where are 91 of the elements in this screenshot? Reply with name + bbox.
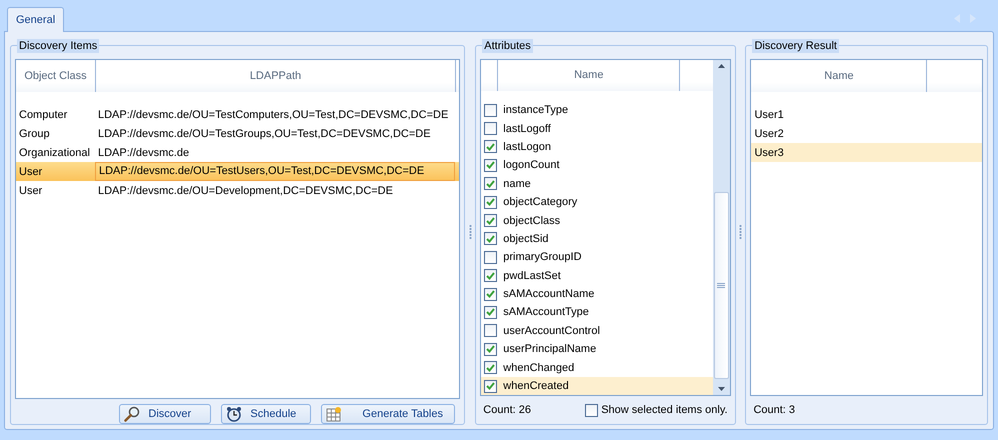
table-cell-text: objectClass: [502, 214, 560, 226]
checkbox[interactable]: [484, 250, 498, 264]
table-cell-text: lastLogon: [502, 140, 551, 153]
checkbox[interactable]: [484, 380, 498, 393]
table-cell-text: userAccountControl: [502, 324, 600, 337]
table-cell-text: User: [18, 184, 44, 196]
table-cell-text: objectCategory: [502, 196, 578, 208]
button[interactable]: Discover: [119, 404, 212, 424]
table-cell-text: userPrincipalName: [502, 343, 596, 356]
list-row[interactable]: lastLogon: [481, 138, 713, 156]
list-row[interactable]: objectCategory: [481, 192, 713, 212]
table-cell-text: sAMAccountName: [502, 288, 594, 300]
checkbox[interactable]: [484, 140, 498, 154]
checkbox[interactable]: [484, 196, 498, 209]
column-header[interactable]: Name: [751, 60, 928, 92]
checkbox[interactable]: [484, 269, 498, 282]
scroll-up-icon[interactable]: [718, 64, 725, 68]
table-cell-text: LDAP://devsmc.de/OU=Development,DC=DEVSMC,DC=DE: [97, 184, 394, 196]
table-icon: [326, 406, 342, 422]
table-cell-text: pwdLastSet: [502, 270, 561, 282]
list-row[interactable]: objectClass: [481, 211, 713, 230]
checkbox[interactable]: [484, 122, 498, 136]
list-row[interactable]: whenChanged: [481, 358, 713, 377]
table-cell-text: User: [18, 166, 44, 178]
column-header[interactable]: Object Class: [16, 60, 96, 92]
list-row[interactable]: lastLogoff: [481, 119, 713, 138]
list-row[interactable]: instanceType: [481, 100, 713, 120]
checkbox[interactable]: [484, 288, 498, 301]
table-cell-text: logonCount: [502, 159, 560, 172]
table-cell: LDAP://devsmc.de/OU=TestUsers,OU=Test,DC=DEVSMC,DC=DE: [95, 162, 455, 181]
table-cell-text: LDAP://devsmc.de/OU=TestComputers,OU=Test,DC=DEVSMC,DC=DE: [97, 108, 450, 120]
list-row[interactable]: objectSid: [481, 230, 713, 248]
list-row[interactable]: User LDAP://devsmc.de/OU=Development,DC=DEVSMC,DC=DE: [16, 181, 460, 200]
checkbox[interactable]: [484, 177, 498, 190]
list-row[interactable]: User1: [751, 105, 982, 124]
magnifier-icon: [124, 406, 140, 422]
column-header[interactable]: LDAPPath: [96, 60, 456, 92]
list-row[interactable]: whenCreated: [481, 376, 713, 396]
column-header[interactable]: Name: [498, 60, 680, 91]
show-selected-checkbox[interactable]: Show selected items only.: [585, 404, 728, 417]
table-cell-text: whenChanged: [502, 362, 574, 374]
count-label: Count: 26: [483, 404, 531, 416]
checkbox[interactable]: [484, 214, 498, 227]
list-row[interactable]: pwdLastSet: [481, 266, 713, 285]
table-cell-text: objectSid: [502, 232, 549, 245]
list-row[interactable]: logonCount: [481, 156, 713, 175]
table-cell-text: Group: [18, 128, 51, 140]
list-row[interactable]: Organizational LDAP://devsmc.de: [16, 143, 460, 162]
button[interactable]: Generate Tables: [321, 404, 456, 424]
list-row[interactable]: User2: [751, 124, 982, 143]
table-cell-text: instanceType: [502, 104, 568, 116]
table-cell-text: whenCreated: [502, 380, 569, 392]
scroll-thumb[interactable]: [714, 192, 729, 380]
checkbox[interactable]: [484, 104, 498, 117]
group-title: Discovery Result: [752, 39, 839, 53]
checkbox[interactable]: [484, 342, 498, 356]
count-label: Count: 3: [753, 404, 796, 416]
button[interactable]: Schedule: [221, 404, 312, 424]
list-row[interactable]: User LDAP://devsmc.de/OU=TestUsers,OU=Test,DC=DEVSMC,DC=DE: [16, 162, 460, 181]
list-row[interactable]: Computer LDAP://devsmc.de/OU=TestComputers,OU=Test,DC=DEVSMC,DC=DE: [16, 105, 460, 124]
table-cell-text: name: [502, 178, 531, 190]
checkbox[interactable]: [484, 361, 498, 374]
table-cell-text: LDAP://devsmc.de: [97, 146, 190, 158]
checkbox[interactable]: [484, 306, 498, 319]
table-cell-text: User3: [753, 146, 784, 158]
list-row[interactable]: name: [481, 174, 713, 193]
checkbox[interactable]: [484, 158, 498, 172]
scrollbar[interactable]: [712, 60, 730, 396]
checkbox[interactable]: [484, 324, 498, 338]
table-cell-text: primaryGroupID: [502, 251, 582, 264]
table-cell-text: User1: [753, 108, 784, 120]
table-cell-text: sAMAccountType: [502, 306, 589, 318]
list-row[interactable]: sAMAccountName: [481, 284, 713, 304]
column-header: [481, 60, 498, 91]
list-row[interactable]: User3: [751, 143, 982, 162]
list-row[interactable]: sAMAccountType: [481, 303, 713, 322]
table-cell-text: Computer: [18, 108, 68, 120]
table-cell-text: User2: [753, 128, 784, 140]
list-row[interactable]: Group LDAP://devsmc.de/OU=TestGroups,OU=Test,DC=DEVSMC,DC=DE: [16, 124, 460, 143]
list-row[interactable]: primaryGroupID: [481, 248, 713, 266]
alarm-clock-icon: [226, 406, 242, 422]
scroll-down-icon[interactable]: [718, 387, 725, 392]
checkbox[interactable]: [484, 232, 498, 246]
list-row[interactable]: userAccountControl: [481, 322, 713, 340]
table-cell-text: LDAP://devsmc.de/OU=TestGroups,OU=Test,DC=DEVSMC,DC=DE: [97, 128, 432, 140]
table-cell-text: lastLogoff: [502, 122, 551, 135]
group-title: Attributes: [482, 39, 533, 53]
table-cell-text: Organizational: [18, 146, 91, 158]
list-row[interactable]: userPrincipalName: [481, 340, 713, 358]
tab[interactable]: General: [7, 7, 64, 32]
group-title: Discovery Items: [17, 39, 100, 53]
